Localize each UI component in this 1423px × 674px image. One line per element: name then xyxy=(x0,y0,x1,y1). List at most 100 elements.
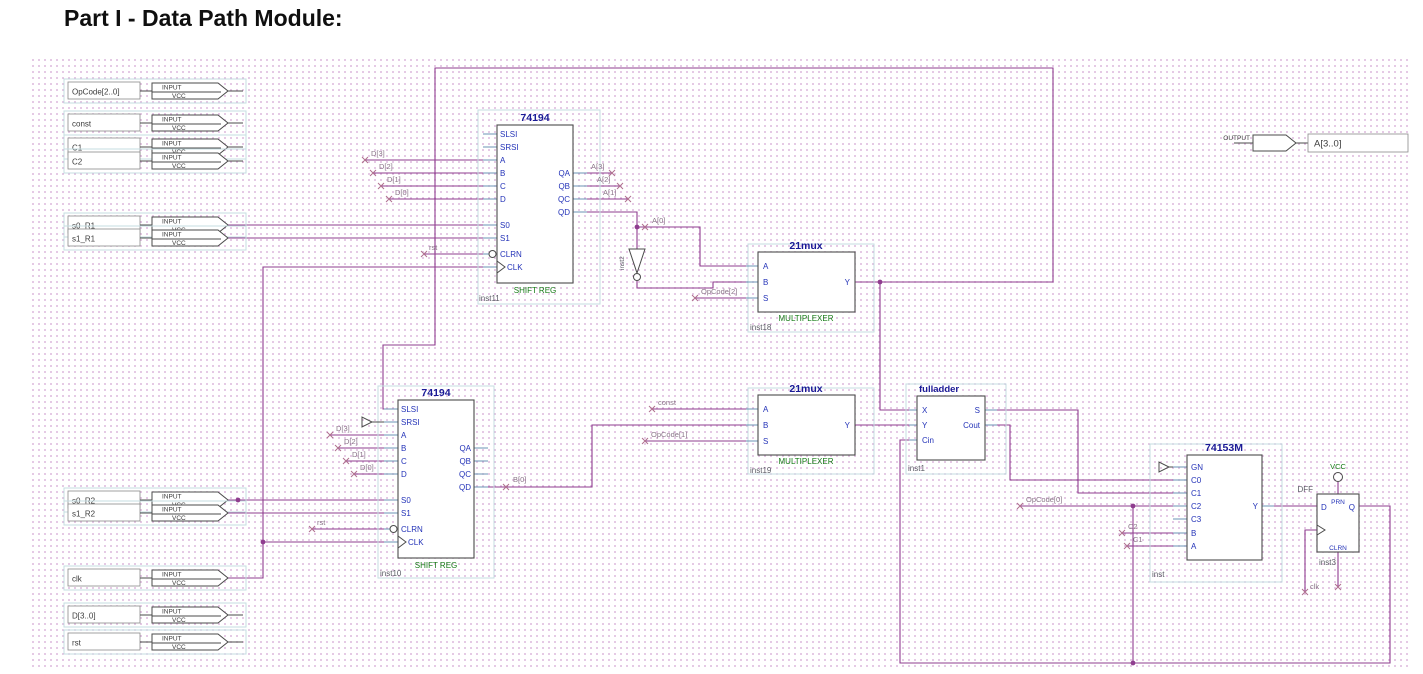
input-pin-d[interactable]: D[3..0] INPUT VCC xyxy=(63,602,247,628)
block-mux-2[interactable]: 21mux A B S Y MULTIPLEXER inst19 xyxy=(746,383,875,475)
pin-name: rst xyxy=(72,639,82,648)
net-label[interactable]: rst xyxy=(317,518,326,527)
vcc-symbol xyxy=(1333,472,1343,482)
pin-kind: INPUT xyxy=(162,494,182,501)
net-label[interactable]: D[1] xyxy=(352,450,366,459)
block-shift-register-1[interactable]: 74194 SLSI SRSI A B C D S0 S1 CLRN CLK Q… xyxy=(477,109,601,305)
net-label[interactable]: B[0] xyxy=(513,475,526,484)
input-pin-clk[interactable]: clk INPUT VCC xyxy=(63,565,247,591)
net-label[interactable]: D[0] xyxy=(395,188,409,197)
pin-label: C xyxy=(500,182,506,191)
pin-label: C2 xyxy=(1191,502,1202,511)
pin-label: A xyxy=(763,405,769,414)
pin-label: CLRN xyxy=(401,525,423,534)
pin-label: QA xyxy=(558,169,570,178)
net-label[interactable]: A[0] xyxy=(652,216,665,225)
pin-name: s1_R2 xyxy=(72,510,96,519)
pin-label: Cout xyxy=(963,421,981,430)
net-label[interactable]: C1 xyxy=(1133,535,1143,544)
block-category: SHIFT REG xyxy=(514,286,557,295)
output-pin-icon xyxy=(1252,134,1297,152)
instance-label: inst18 xyxy=(750,323,772,332)
wires xyxy=(228,67,1391,664)
pin-name: OpCode[2..0] xyxy=(72,88,120,97)
net-label[interactable]: D[2] xyxy=(344,437,358,446)
block-inverter[interactable]: inst2 xyxy=(619,248,646,281)
net-label[interactable]: D[0] xyxy=(360,463,374,472)
schematic-editor-window: Part I - Data Path Module: OpCode[2..0] … xyxy=(0,0,1423,674)
net-label[interactable]: A[1] xyxy=(603,188,616,197)
inverter-icon xyxy=(628,248,646,275)
output-pin-a[interactable]: OUTPUT A[3..0] xyxy=(1223,133,1409,153)
vcc-label: VCC xyxy=(1330,462,1346,471)
block-title: 21mux xyxy=(789,383,822,395)
pin-kind: INPUT xyxy=(162,507,182,514)
net-label[interactable]: D[3] xyxy=(371,149,385,158)
instance-label: inst10 xyxy=(380,569,402,578)
block-mux-74153[interactable]: 74153M GN C0 C1 C2 C3 B A Y inst xyxy=(1149,442,1283,583)
block-title: 21mux xyxy=(789,240,822,252)
wire-adder-cout[interactable] xyxy=(985,424,1187,481)
wire-mux1y-to-adder-x[interactable] xyxy=(879,282,917,411)
net-label[interactable]: D[2] xyxy=(379,162,393,171)
pin-label: Y xyxy=(845,421,851,430)
pin-label: S0 xyxy=(500,221,510,230)
pin-level: VCC xyxy=(172,125,186,132)
clrn-bubble-icon xyxy=(389,525,398,533)
pin-name: C1 xyxy=(72,144,83,153)
net-label[interactable]: rst xyxy=(429,243,438,252)
pin-level: VCC xyxy=(172,580,186,587)
pin-name: const xyxy=(72,120,92,129)
pin-label: QD xyxy=(558,208,570,217)
pin-kind: INPUT xyxy=(162,85,182,92)
block-fulladder[interactable]: fulladder X Y Cin S Cout inst1 xyxy=(905,383,1007,475)
pin-label: Y xyxy=(922,421,928,430)
pin-label: S xyxy=(763,437,768,446)
block-dff[interactable]: VCC DFF PRN D Q CLRN inst3 xyxy=(1297,462,1360,567)
pin-label: CLRN xyxy=(500,250,522,259)
wire-b0-to-mux2b[interactable] xyxy=(488,424,758,488)
pin-label: C3 xyxy=(1191,515,1202,524)
inverter-bubble-icon xyxy=(633,273,641,281)
block-category: MULTIPLEXER xyxy=(779,457,834,466)
input-pin-rst[interactable]: rst INPUT VCC xyxy=(63,629,247,655)
net-label[interactable]: OpCode[1] xyxy=(651,430,687,439)
block-shift-register-2[interactable]: 74194 SLSI SRSI A B C D S0 S1 CLRN CLK Q… xyxy=(361,385,495,579)
pin-level: VCC xyxy=(172,240,186,247)
wire-inverter-out[interactable] xyxy=(636,281,758,289)
pin-label: QC xyxy=(459,470,471,479)
net-label[interactable]: const xyxy=(658,398,677,407)
pin-label: B xyxy=(1191,529,1196,538)
pin-label: A xyxy=(401,431,407,440)
net-label[interactable]: A[2] xyxy=(597,175,610,184)
pin-label: S xyxy=(975,406,980,415)
input-pin-opcode[interactable]: OpCode[2..0] INPUT VCC xyxy=(63,78,247,104)
pin-kind: INPUT xyxy=(162,232,182,239)
net-label[interactable]: D[1] xyxy=(387,175,401,184)
wire-qd-out[interactable] xyxy=(587,211,638,227)
pin-label: CLK xyxy=(507,263,523,272)
input-pin-const[interactable]: const INPUT VCC xyxy=(63,110,247,136)
pin-label: A xyxy=(763,262,769,271)
pin-label: D xyxy=(500,195,506,204)
net-label[interactable]: clk xyxy=(1310,582,1319,591)
net-label[interactable]: D[3] xyxy=(336,424,350,433)
pin-name: s1_R1 xyxy=(72,235,96,244)
net-label[interactable]: OpCode[0] xyxy=(1026,495,1062,504)
pin-label: Y xyxy=(845,278,851,287)
pin-label: QB xyxy=(459,457,471,466)
pin-kind: INPUT xyxy=(162,219,182,226)
pin-label: SRSI xyxy=(401,418,420,427)
pin-label: SLSI xyxy=(500,130,517,139)
pin-level: VCC xyxy=(172,644,186,651)
net-label[interactable]: A[3] xyxy=(591,162,604,171)
wire-a0-to-mux1a[interactable] xyxy=(637,226,758,267)
pin-label: S0 xyxy=(401,496,411,505)
net-label[interactable]: C2 xyxy=(1128,522,1138,531)
pin-label: Y xyxy=(1253,502,1259,511)
gnd-symbol xyxy=(361,416,374,428)
net-label[interactable]: OpCode[2] xyxy=(701,287,737,296)
pin-label: S1 xyxy=(401,509,411,518)
block-mux-1[interactable]: 21mux A B S Y MULTIPLEXER inst18 xyxy=(746,240,875,333)
block-title: 74194 xyxy=(520,112,549,124)
